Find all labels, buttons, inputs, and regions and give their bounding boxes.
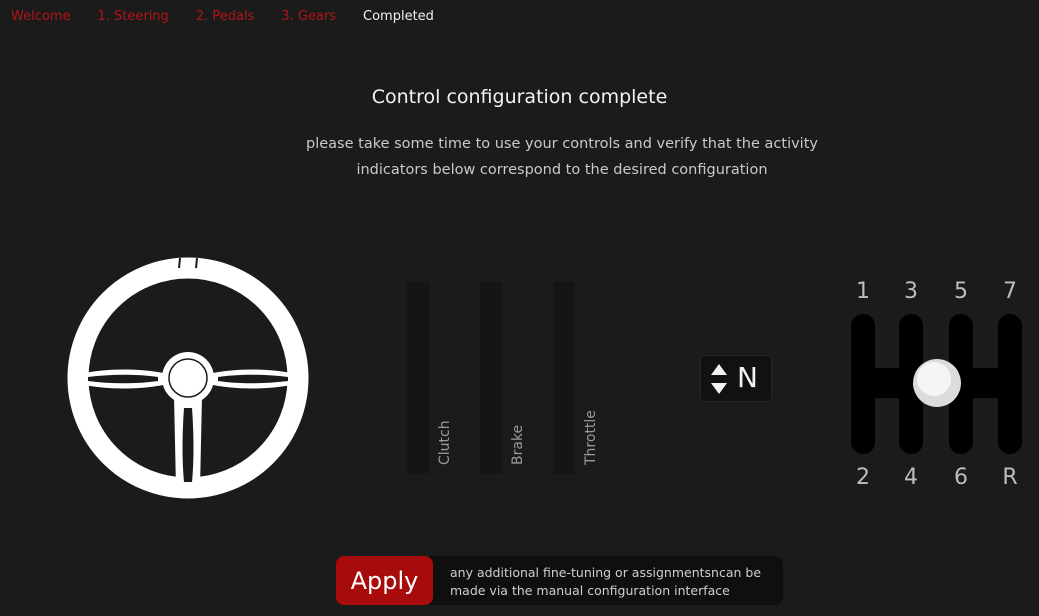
up-down-arrows-icon [711,364,727,394]
tab-pedals[interactable]: 2. Pedals [196,9,255,24]
wizard-tabs: Welcome 1. Steering 2. Pedals 3. Gears C… [11,9,461,24]
clutch-label: Clutch [437,420,453,465]
page-title: Control configuration complete [371,86,668,108]
shift-pattern-icon [851,314,1022,454]
gear-label: 4 [904,465,918,490]
tab-completed[interactable]: Completed [363,9,434,24]
gear-label: 6 [954,465,968,490]
clutch-indicator [407,282,429,474]
gear-label: 1 [856,279,870,304]
current-gear: N [737,361,758,394]
gear-label: 5 [954,279,968,304]
gear-label: R [1002,465,1018,490]
brake-indicator [480,282,502,474]
throttle-indicator [553,282,575,474]
apply-button[interactable]: Apply [336,556,433,605]
apply-note: any additional fine-tuning or assignment… [450,565,762,598]
brake-label: Brake [510,424,526,465]
apply-bar: Apply any additional fine-tuning or assi… [336,556,783,605]
steering-wheel-icon [67,257,309,499]
throttle-label: Throttle [583,410,599,465]
gear-label: 7 [1003,279,1017,304]
gear-label: 3 [904,279,918,304]
tab-steering[interactable]: 1. Steering [97,9,168,24]
gear-label: 2 [856,465,870,490]
page-subtitle: please take some time to use your contro… [306,136,818,178]
gear-indicator: N [700,355,772,402]
tab-welcome[interactable]: Welcome [11,9,70,24]
tab-gears[interactable]: 3. Gears [281,9,336,24]
